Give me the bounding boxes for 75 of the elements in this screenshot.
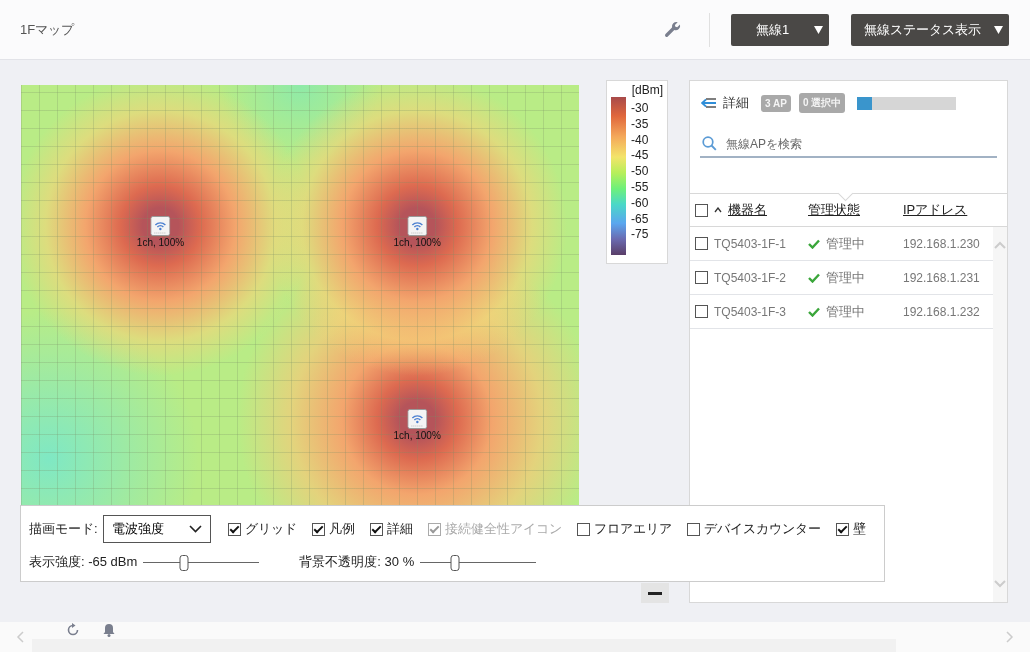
caret-icon	[814, 25, 823, 34]
slider-thumb[interactable]	[179, 554, 189, 571]
option-label: フロアエリア	[594, 520, 672, 538]
wrench-icon[interactable]	[664, 20, 682, 39]
panel-title: 詳細	[723, 94, 749, 112]
access-point-label: 1ch, 100%	[136, 236, 185, 248]
ip-address: 192.168.1.230	[903, 236, 980, 251]
mode-select[interactable]: 電波強度	[102, 515, 211, 543]
option-label: デバイスカウンター	[704, 520, 821, 538]
device-name: TQ5403-1F-2	[714, 270, 787, 285]
option-label: グリッド	[245, 520, 297, 538]
option-checkbox[interactable]	[228, 522, 241, 536]
slider-thumb[interactable]	[450, 554, 460, 571]
column-header[interactable]: 管理状態	[808, 201, 860, 219]
select-all-checkbox[interactable]	[695, 203, 708, 217]
option-checkbox[interactable]	[836, 522, 849, 536]
legend-label: -40	[631, 132, 649, 149]
access-point-icon[interactable]	[407, 409, 428, 430]
legend-label: -30	[631, 101, 649, 117]
access-point-icon[interactable]	[407, 215, 428, 236]
column-header[interactable]: 機器名	[728, 201, 767, 219]
status-text: 管理中	[826, 268, 865, 287]
table-row[interactable]: TQ5403-1F-1 管理中 192.168.1.230	[690, 227, 993, 261]
device-name: TQ5403-1F-1	[714, 236, 787, 251]
status-text: 管理中	[826, 302, 865, 321]
chevron-down-icon	[189, 525, 202, 533]
option-checkbox[interactable]	[577, 522, 590, 536]
refresh-icon[interactable]	[66, 623, 80, 637]
count-badge: 0 選択中	[798, 93, 846, 113]
option-checkbox[interactable]	[312, 522, 325, 536]
option-label: 詳細	[387, 520, 413, 538]
slider-label: 背景不透明度: 30 %	[299, 553, 415, 571]
count-badge: 3 AP	[761, 94, 791, 112]
zoom-out-button[interactable]	[641, 583, 669, 603]
check-icon	[808, 272, 820, 283]
row-checkbox[interactable]	[695, 237, 708, 250]
access-point-label: 1ch, 100%	[393, 236, 441, 248]
sort-caret-icon[interactable]	[714, 207, 722, 213]
access-point-icon[interactable]	[150, 215, 171, 236]
legend-label: -45	[631, 148, 649, 165]
legend-label: -50	[631, 164, 649, 180]
dropdown-button[interactable]: 無線ステータス表示	[851, 13, 1009, 46]
legend-label: -75	[631, 227, 649, 244]
option-checkbox[interactable]	[370, 522, 383, 536]
collapse-arrow-icon[interactable]	[701, 97, 717, 109]
dropdown-button[interactable]: 無線1	[731, 13, 829, 46]
mode-label: 描画モード:	[29, 520, 98, 538]
legend-label: -60	[631, 195, 649, 212]
option-label: 壁	[853, 520, 866, 538]
search-icon	[702, 136, 717, 151]
ip-address: 192.168.1.232	[903, 304, 980, 319]
option-label: 接続健全性アイコン	[445, 520, 562, 538]
legend-label: -35	[631, 116, 649, 133]
slider-label: 表示強度: -65 dBm	[29, 553, 138, 571]
check-icon	[808, 306, 820, 317]
table-row[interactable]: TQ5403-1F-3 管理中 192.168.1.232	[690, 295, 993, 329]
search-field[interactable]: 無線APを検索	[724, 135, 997, 152]
row-checkbox[interactable]	[695, 271, 708, 284]
access-point-label: 1ch, 100%	[393, 430, 441, 442]
ip-address: 192.168.1.231	[903, 270, 980, 285]
legend-label: -65	[631, 211, 649, 228]
option-label: 凡例	[329, 520, 355, 538]
column-header[interactable]: IPアドレス	[903, 201, 968, 219]
status-text: 管理中	[826, 234, 865, 253]
bell-icon[interactable]	[102, 623, 116, 637]
table-row[interactable]: TQ5403-1F-2 管理中 192.168.1.231	[690, 261, 993, 295]
legend-unit: [dBm]	[631, 83, 663, 97]
device-name: TQ5403-1F-3	[714, 304, 787, 319]
row-checkbox[interactable]	[695, 305, 708, 318]
minus-icon	[648, 591, 662, 595]
option-checkbox[interactable]	[687, 522, 700, 536]
legend-label: -55	[631, 180, 649, 196]
caret-icon	[994, 25, 1003, 34]
check-icon	[808, 238, 820, 249]
page-title: 1Fマップ	[20, 20, 75, 39]
